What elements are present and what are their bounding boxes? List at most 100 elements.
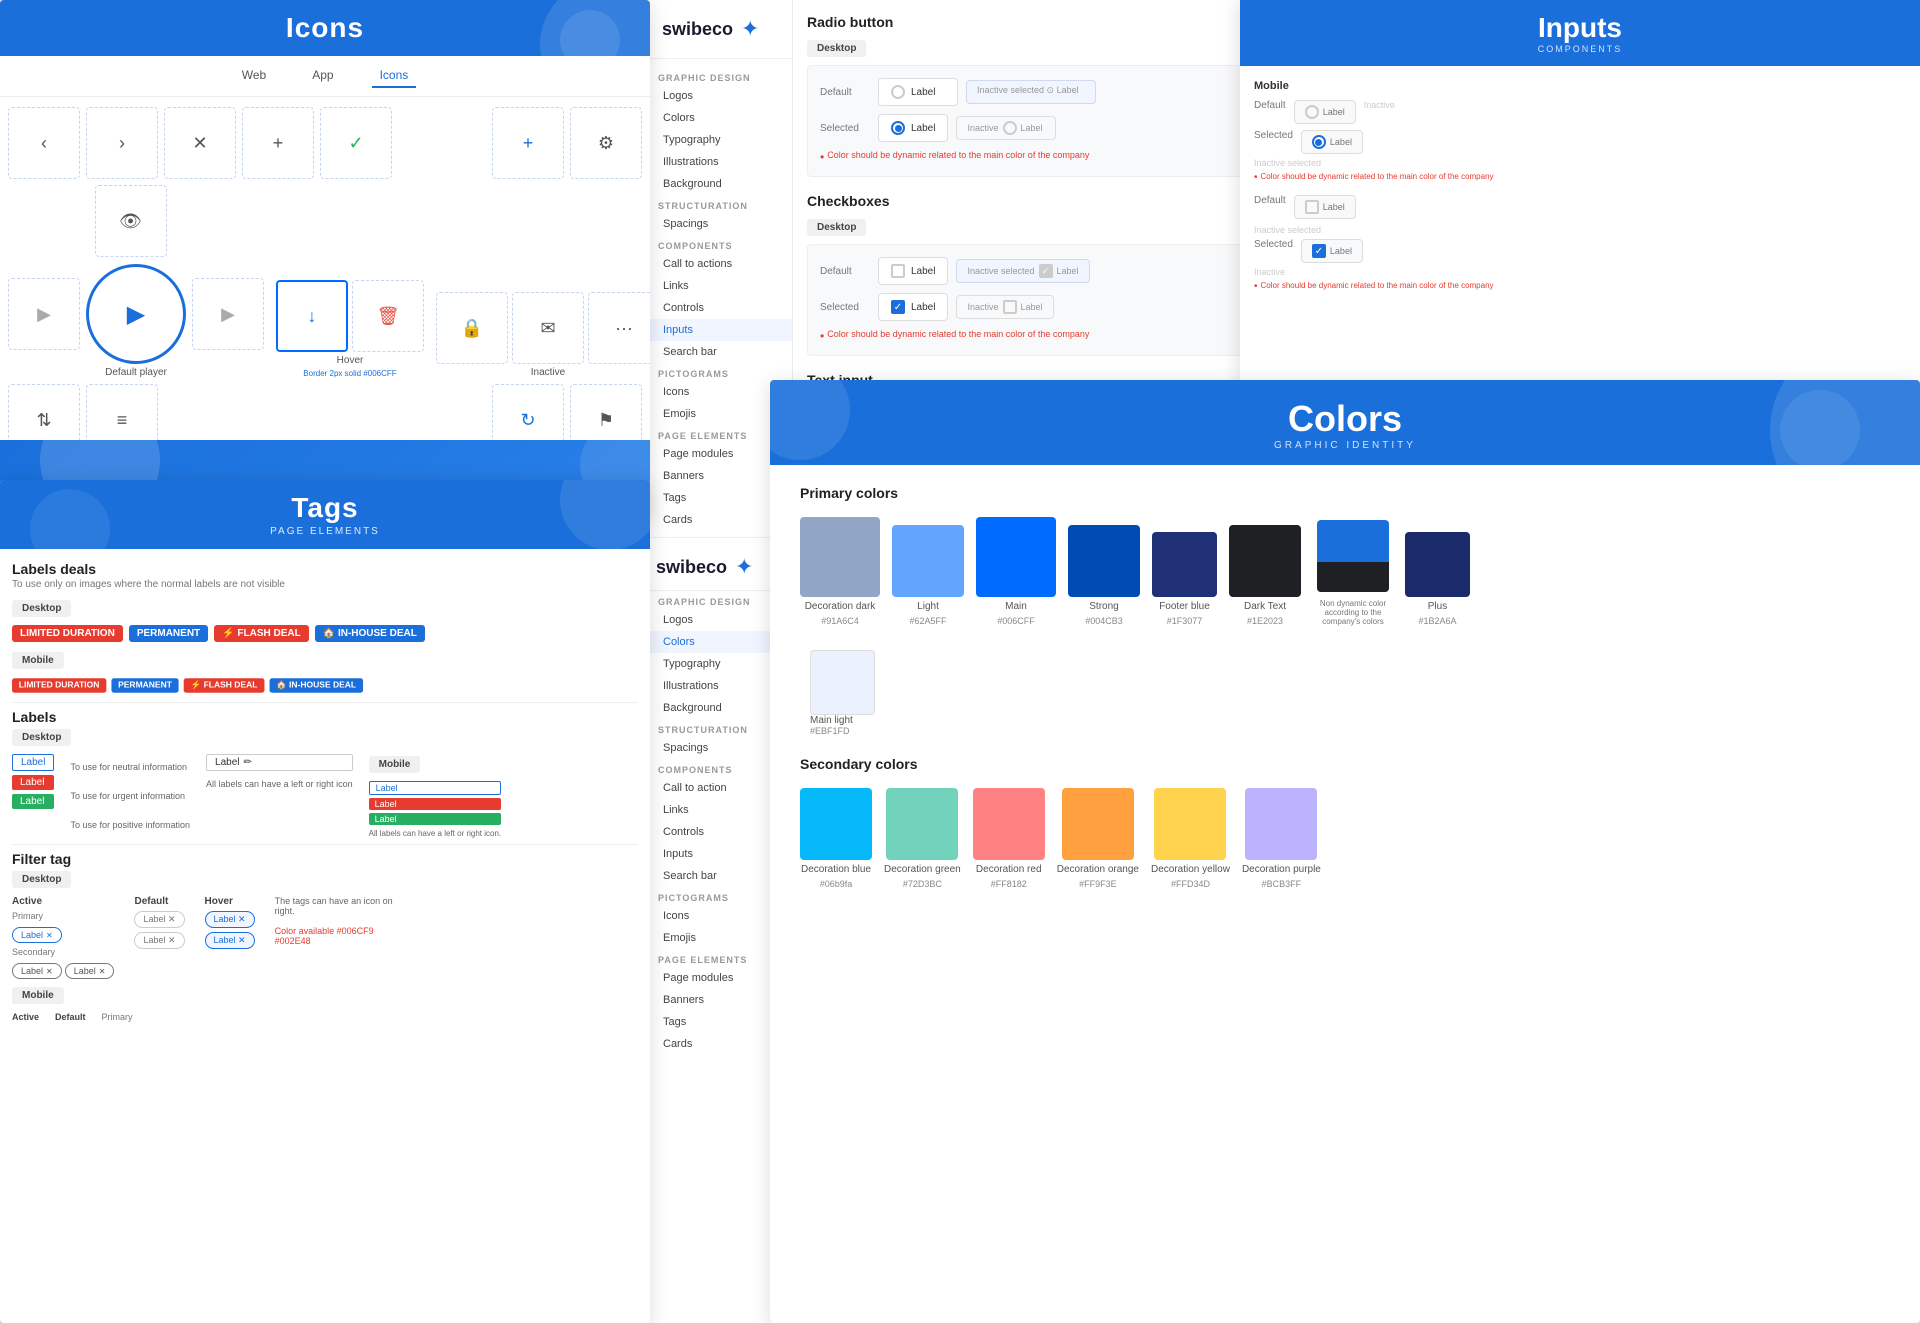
- mobile-checkbox-default[interactable]: [1305, 200, 1319, 214]
- tab-icons[interactable]: Icons: [372, 64, 417, 88]
- labels-desktop-area: Label Label Label To use for neutral inf…: [12, 754, 638, 838]
- inputs-right-panel: Inputs COMPONENTS Mobile Default Label I…: [1240, 0, 1920, 415]
- icons-states-row: 👁 ▶ ▶ ▶ Default player ↓: [8, 185, 642, 378]
- swatch-darktext-box: [1229, 525, 1301, 597]
- inputs-header: Inputs COMPONENTS: [1240, 0, 1920, 66]
- cb-selected-state: Selected: [820, 302, 870, 313]
- nav-controls-top[interactable]: Controls: [646, 297, 792, 319]
- close-icon-small: ✕: [46, 931, 53, 940]
- mobile-cb-box: Label: [1294, 195, 1356, 219]
- colors-panel: Colors GRAPHIC IDENTITY Primary colors D…: [770, 380, 1920, 1323]
- nav-logos-top[interactable]: Logos: [646, 85, 792, 107]
- radio-default-box: Label: [878, 78, 958, 106]
- filter-tags-area: Active Primary Label ✕ Secondary: [12, 896, 638, 979]
- mobile-cb-default: Default Label: [1254, 195, 1906, 219]
- error-text: Color should be dynamic related to the m…: [827, 150, 1089, 160]
- labels-deals-desc: To use only on images where the normal l…: [12, 579, 638, 590]
- hover-tag-1[interactable]: Label ✕: [205, 911, 255, 928]
- swatch-deco-red: Decoration red #FF8182: [973, 788, 1045, 889]
- checkbox-desktop: Desktop: [807, 219, 866, 236]
- swatch-plus: Plus #1B2A6A: [1405, 532, 1470, 626]
- filter-tag-3[interactable]: Label ✕: [65, 963, 115, 979]
- mobile-cb-err-text: Color should be dynamic related to the m…: [1261, 281, 1494, 290]
- cb-error-text: Color should be dynamic related to the m…: [827, 329, 1089, 339]
- swibeco-logo-text: swibeco: [662, 19, 733, 40]
- mobile-err-bullet: •: [1254, 172, 1258, 183]
- delete-icon: 🗑: [352, 280, 424, 352]
- tab-app[interactable]: App: [304, 64, 341, 88]
- filter-tag-1[interactable]: Label ✕: [12, 927, 62, 943]
- mobile-radio-circle[interactable]: [1305, 105, 1319, 119]
- swatch-nondynamic-desc: Non dynamic color according to the compa…: [1313, 599, 1393, 626]
- mobile-inputs-area: Default Label Inactive Selected Label: [1254, 100, 1906, 183]
- labels-title: Labels: [12, 709, 638, 725]
- swatch-darktext-hex: #1E2023: [1247, 616, 1283, 626]
- primary-label: Primary: [12, 911, 114, 921]
- divider1: [12, 702, 638, 703]
- label-with-icons: Label ✏ All labels can have a left or ri…: [206, 754, 353, 838]
- mobile-err-text: Color should be dynamic related to the m…: [1261, 172, 1494, 181]
- nav-search-top[interactable]: Search bar: [646, 341, 792, 363]
- lock-icon: 🔒: [436, 292, 508, 364]
- tag-demo-desktop: LIMITED DURATION PERMANENT ⚡ FLASH DEAL …: [12, 625, 638, 642]
- mobile-cb-err-bullet: •: [1254, 281, 1258, 292]
- nav-cta-top[interactable]: Call to actions: [646, 253, 792, 275]
- radio-selected-circle[interactable]: [891, 121, 905, 135]
- deco-green-box: [886, 788, 958, 860]
- mobile-radio-selected-circle[interactable]: [1312, 135, 1326, 149]
- radio-title: Radio button: [807, 14, 1269, 30]
- add-icon: +: [492, 107, 564, 179]
- mainlight-hex: #EBF1FD: [810, 726, 850, 736]
- nav-typography-top[interactable]: Typography: [646, 129, 792, 151]
- cb-inactive-box: Inactive Label: [956, 295, 1053, 319]
- swibeco-logo-text2: swibeco: [656, 557, 727, 578]
- mobile-label-urgent: Label: [369, 798, 502, 810]
- primary-swatches-row: Decoration dark #91A6C4 Light #62A5FF Ma…: [800, 517, 1890, 626]
- cb-inactive-checked: ✓: [1039, 264, 1053, 278]
- swatch-light-hex: #62A5FF: [909, 616, 946, 626]
- default-tag-2[interactable]: Label ✕: [134, 932, 184, 949]
- deco-orange-hex: #FF9F3E: [1079, 879, 1117, 889]
- swatch-deco-green: Decoration green #72D3BC: [884, 788, 961, 889]
- swatch-footer-box: [1152, 532, 1217, 597]
- radio-selected-box: Label: [878, 114, 948, 142]
- nav-illustrations-top[interactable]: Illustrations: [646, 151, 792, 173]
- cb-default-box: Label: [878, 257, 948, 285]
- checkbox-checked[interactable]: ✓: [891, 300, 905, 314]
- close-icon-small3: ✕: [99, 967, 106, 976]
- radio-default-text: Label: [911, 87, 935, 98]
- filter-tag-2[interactable]: Label ✕: [12, 963, 62, 979]
- mobile-radio-selected-row: Selected Label: [1254, 130, 1494, 154]
- hover-sublabel: Border 2px solid #006CFF: [303, 369, 396, 378]
- nav-background-top[interactable]: Background: [646, 173, 792, 195]
- swatch-main-box: [976, 517, 1056, 597]
- play-small-icon: ▶: [8, 278, 80, 350]
- cb-default-text: Label: [911, 266, 935, 277]
- tab-web[interactable]: Web: [234, 64, 274, 88]
- close-icon-small2: ✕: [46, 967, 53, 976]
- nav-inputs-top[interactable]: Inputs: [646, 319, 792, 341]
- nav-links-top[interactable]: Links: [646, 275, 792, 297]
- nav-colors-top[interactable]: Colors: [646, 107, 792, 129]
- label-descs: To use for neutral information To use fo…: [70, 754, 190, 838]
- hover-tag-2[interactable]: Label ✕: [205, 932, 255, 949]
- default-filter-tags: Label ✕ Label ✕: [134, 911, 184, 949]
- mobile-inactive-sel: Inactive selected: [1254, 158, 1494, 168]
- cb-inactive-selected: Inactive selected ✓ Label: [956, 259, 1089, 283]
- radio-desktop-label: Desktop: [807, 40, 866, 57]
- icons-title: Icons: [20, 12, 630, 44]
- deco-red-name: Decoration red: [976, 864, 1042, 875]
- default-tag-1[interactable]: Label ✕: [134, 911, 184, 928]
- deco-blue-hex: #06b9fa: [820, 879, 853, 889]
- tags-subtitle: PAGE ELEMENTS: [20, 526, 630, 537]
- swatch-light-box: [892, 525, 964, 597]
- checkbox-default[interactable]: [891, 264, 905, 278]
- active-title: Active: [12, 896, 114, 907]
- mobile-checkbox-checked[interactable]: ✓: [1312, 244, 1326, 258]
- swatch-deco-orange: Decoration orange #FF9F3E: [1057, 788, 1139, 889]
- radio-default-circle[interactable]: [891, 85, 905, 99]
- nav-section-picto1: PICTOGRAMS: [646, 363, 792, 381]
- gear-icon: ⚙: [570, 107, 642, 179]
- swatch-plus-hex: #1B2A6A: [1418, 616, 1456, 626]
- nav-spacings-top[interactable]: Spacings: [646, 213, 792, 235]
